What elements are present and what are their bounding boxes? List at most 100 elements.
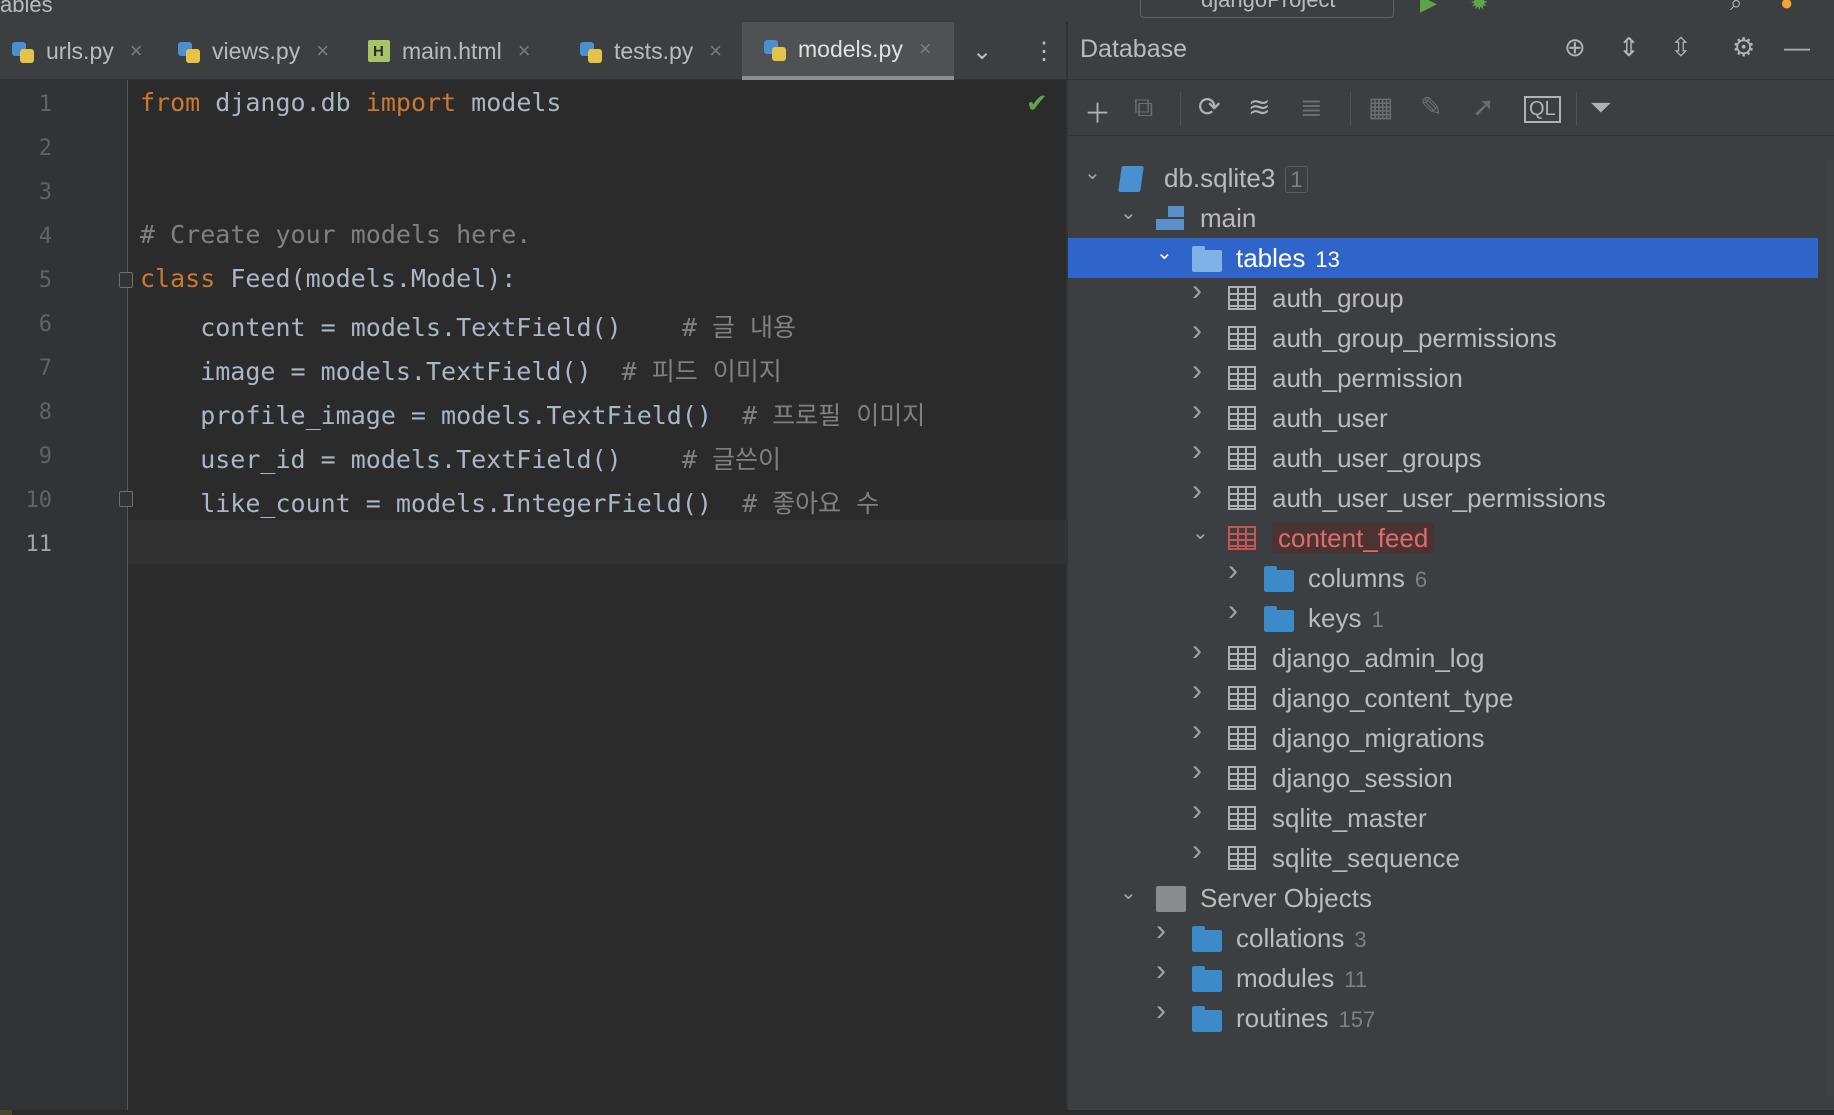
chevron-right-icon[interactable]: › [1192, 314, 1202, 348]
run-icon[interactable]: ▶ [1420, 0, 1437, 16]
tree-node-django-content-type[interactable]: › django_content_type [1068, 674, 1818, 718]
tab-tests[interactable]: tests.py × [578, 22, 722, 80]
settings-gear-icon[interactable]: ⚙ [1732, 32, 1755, 63]
tree-node-label: auth_group_permissions [1272, 323, 1557, 353]
tree-node-auth-group-permissions[interactable]: › auth_group_permissions [1068, 314, 1818, 358]
tree-node-auth-user[interactable]: › auth_user [1068, 394, 1818, 438]
tree-node-text: auth_user_groups [1272, 443, 1482, 474]
chevron-down-icon[interactable]: ⌄ [1192, 520, 1209, 545]
tab-views[interactable]: views.py × [176, 22, 329, 80]
chevron-right-icon[interactable]: › [1156, 914, 1166, 948]
current-line-highlight [128, 520, 1066, 564]
inspection-ok-icon[interactable]: ✔ [1026, 88, 1048, 119]
tree-node-collations[interactable]: › collations 3 [1068, 914, 1818, 958]
chevron-right-icon[interactable]: › [1192, 434, 1202, 468]
close-icon[interactable]: × [919, 36, 932, 62]
chevron-right-icon[interactable]: › [1192, 794, 1202, 828]
query-console-icon[interactable]: QL [1524, 96, 1561, 123]
tree-node-db-sqlite3[interactable]: ⌄ db.sqlite3 1 [1068, 158, 1818, 198]
tree-node-auth-user-user-permissions[interactable]: › auth_user_user_permissions [1068, 474, 1818, 518]
search-icon[interactable]: ⌕ [1730, 0, 1742, 16]
jump-to-source-icon[interactable]: ➚ [1472, 92, 1495, 123]
tree-node-label: django_admin_log [1272, 643, 1485, 673]
chevron-down-icon[interactable]: ⌄ [1120, 200, 1137, 225]
tree-node-main[interactable]: ⌄ main [1068, 198, 1818, 238]
disconnect-icon[interactable]: ≣ [1300, 92, 1323, 123]
html-file-icon [366, 38, 392, 64]
tree-node-label: django_content_type [1272, 683, 1514, 713]
chevron-right-icon[interactable]: › [1192, 754, 1202, 788]
tree-node-auth-group[interactable]: › auth_group [1068, 274, 1818, 318]
code-line-5: class Feed(models.Model): [140, 264, 516, 293]
python-file-icon [10, 38, 36, 64]
line-number: 4 [38, 224, 52, 249]
chevron-right-icon[interactable]: › [1228, 594, 1238, 628]
edit-icon[interactable]: ✎ [1420, 92, 1443, 123]
collapse-all-icon[interactable]: ⇳ [1670, 32, 1692, 63]
tree-node-routines[interactable]: › routines 157 [1068, 994, 1818, 1038]
scrollbar[interactable] [1826, 158, 1834, 1098]
tree-node-label: db.sqlite3 [1164, 163, 1276, 193]
chevron-right-icon[interactable]: › [1192, 674, 1202, 708]
tree-node-keys[interactable]: › keys 1 [1068, 594, 1818, 638]
data-source-properties-icon[interactable]: ≋ [1248, 92, 1271, 123]
refresh-icon[interactable]: ⟳ [1198, 92, 1221, 123]
tree-node-content-feed[interactable]: ⌄ content_feed [1068, 518, 1818, 558]
filter-icon[interactable]: ⏷ [1590, 92, 1612, 124]
chevron-down-icon[interactable]: ⌄ [1156, 240, 1173, 265]
close-icon[interactable]: × [316, 38, 329, 64]
chevron-down-icon[interactable]: ⌄ [1084, 160, 1101, 185]
tab-models[interactable]: models.py × [742, 22, 954, 80]
debug-icon[interactable]: ✹ [1470, 0, 1488, 16]
tree-node-text: db.sqlite3 1 [1164, 163, 1308, 194]
tree-node-sqlite-master[interactable]: › sqlite_master [1068, 794, 1818, 838]
node-count-badge: 1 [1371, 607, 1384, 632]
tree-node-label: collations [1236, 923, 1345, 953]
tree-node-tables[interactable]: ⌄ tables 13 [1068, 238, 1818, 278]
chevron-right-icon[interactable]: › [1192, 714, 1202, 748]
tab-urls[interactable]: urls.py × [10, 22, 143, 80]
minimize-icon[interactable]: — [1784, 32, 1810, 63]
code-text: image = models.TextField() [140, 357, 622, 386]
add-icon[interactable]: ＋ [1084, 92, 1111, 131]
code-line-1: from django.db import models [140, 88, 561, 117]
tree-node-text: sqlite_master [1272, 803, 1427, 834]
comment: # 글쓴이 [681, 445, 781, 474]
chevron-right-icon[interactable]: › [1156, 994, 1166, 1028]
chevron-right-icon[interactable]: › [1156, 954, 1166, 988]
tree-node-server-objects[interactable]: ⌄ Server Objects [1068, 878, 1818, 918]
run-configuration-select[interactable]: djangoProject [1140, 0, 1394, 18]
chevron-right-icon[interactable]: › [1192, 834, 1202, 868]
tree-node-django-admin-log[interactable]: › django_admin_log [1068, 634, 1818, 678]
tree-node-sqlite-sequence[interactable]: › sqlite_sequence [1068, 834, 1818, 878]
close-icon[interactable]: × [518, 38, 531, 64]
code-editor[interactable]: from django.db import models # Create yo… [128, 80, 1066, 1110]
tab-main-html[interactable]: main.html × [366, 22, 531, 80]
tree-node-auth-user-groups[interactable]: › auth_user_groups [1068, 434, 1818, 478]
chevron-right-icon[interactable]: › [1192, 354, 1202, 388]
tree-node-label: content_feed [1272, 523, 1435, 553]
notification-icon[interactable]: ● [1780, 0, 1793, 16]
chevron-right-icon[interactable]: › [1192, 394, 1202, 428]
chevron-right-icon[interactable]: › [1192, 474, 1202, 508]
tree-node-columns[interactable]: › columns 6 [1068, 554, 1818, 598]
tree-node-label: sqlite_master [1272, 803, 1427, 833]
breadcrumb: ables [0, 0, 53, 17]
chevron-down-icon[interactable]: ⌄ [1120, 880, 1137, 905]
close-icon[interactable]: × [130, 38, 143, 64]
locate-icon[interactable]: ⊕ [1564, 32, 1586, 63]
duplicate-icon[interactable]: ⧉ [1134, 92, 1153, 124]
chevron-right-icon[interactable]: › [1192, 634, 1202, 668]
show-tabs-icon[interactable]: ⌄ [972, 22, 992, 80]
table-editor-icon[interactable]: ▦ [1368, 92, 1394, 123]
more-options-icon[interactable]: ⋮ [1032, 22, 1056, 80]
tree-node-text: collations 3 [1236, 923, 1367, 954]
tree-node-auth-permission[interactable]: › auth_permission [1068, 354, 1818, 398]
tree-node-django-migrations[interactable]: › django_migrations [1068, 714, 1818, 758]
chevron-right-icon[interactable]: › [1192, 274, 1202, 308]
tree-node-django-session[interactable]: › django_session [1068, 754, 1818, 798]
close-icon[interactable]: × [709, 38, 722, 64]
chevron-right-icon[interactable]: › [1228, 554, 1238, 588]
tree-node-modules[interactable]: › modules 11 [1068, 954, 1818, 998]
expand-all-icon[interactable]: ⇕ [1618, 32, 1640, 63]
